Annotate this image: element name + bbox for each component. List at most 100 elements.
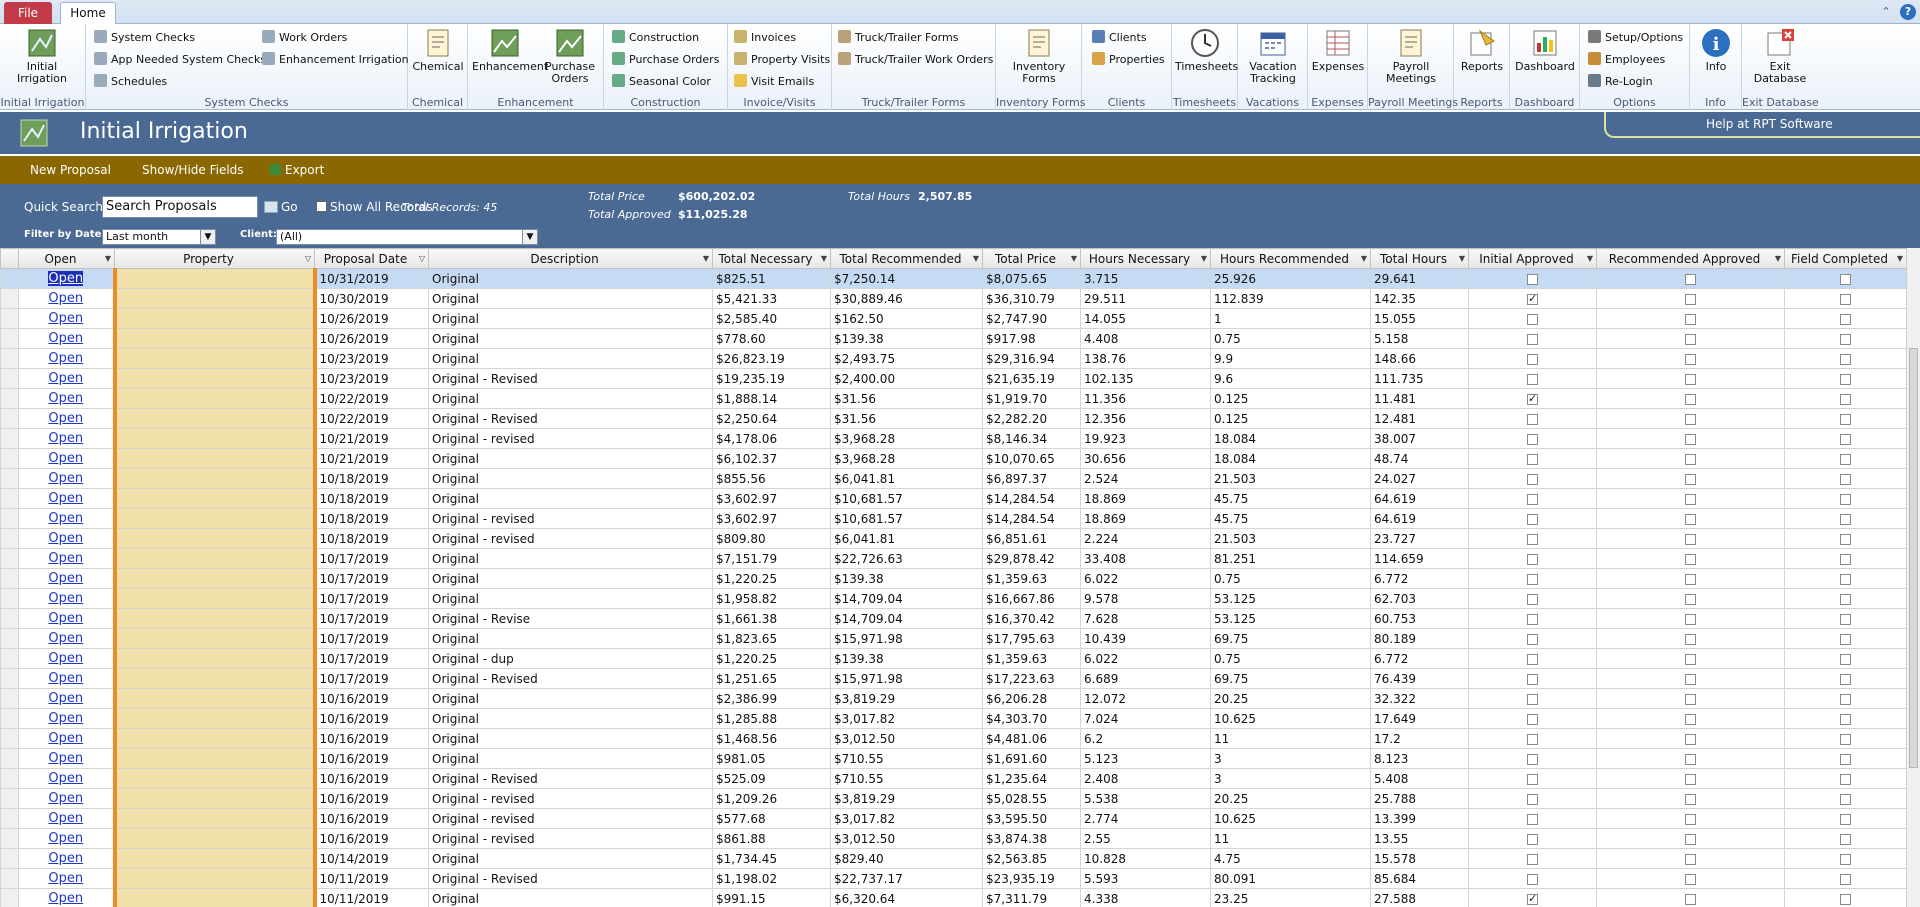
open-link[interactable]: Open — [48, 451, 83, 466]
table-row[interactable]: Open 10/18/2019 Original $3,602.97 $10,681.5… — [0, 488, 1906, 509]
total-recommended-cell[interactable]: $3,017.82 — [830, 808, 983, 829]
total-necessary-cell[interactable]: $1,251.65 — [712, 668, 831, 689]
total-necessary-cell[interactable]: $981.05 — [712, 748, 831, 769]
total-recommended-cell[interactable]: $15,971.98 — [830, 668, 983, 689]
table-row[interactable]: Open 10/11/2019 Original - Revised $1,198.0… — [0, 868, 1906, 889]
property-cell[interactable] — [112, 588, 317, 609]
description-cell[interactable]: Original - revised — [428, 788, 713, 809]
total-price-cell[interactable]: $2,563.85 — [982, 848, 1081, 869]
hours-recommended-cell[interactable]: 3 — [1210, 768, 1371, 789]
total-necessary-cell[interactable]: $1,734.45 — [712, 848, 831, 869]
column-header-proposal-date[interactable]: Proposal Date ▽ — [314, 248, 429, 269]
description-cell[interactable]: Original — [428, 568, 713, 589]
setup-options-button[interactable]: Setup/Options — [1588, 30, 1683, 46]
field-completed-checkbox[interactable] — [1840, 493, 1851, 505]
proposal-date-cell[interactable]: 10/23/2019 — [314, 348, 429, 369]
initial-approved-checkbox[interactable] — [1527, 633, 1538, 645]
hours-necessary-cell[interactable]: 33.408 — [1080, 548, 1211, 569]
property-cell[interactable] — [112, 568, 317, 589]
total-hours-cell[interactable]: 15.578 — [1370, 848, 1469, 869]
table-row[interactable]: Open 10/26/2019 Original $778.60 $139.38 $917… — [0, 328, 1906, 349]
chevron-down-icon[interactable]: ▼ — [821, 254, 827, 263]
description-cell[interactable]: Original — [428, 468, 713, 489]
total-necessary-cell[interactable]: $7,151.79 — [712, 548, 831, 569]
initial-approved-checkbox[interactable] — [1527, 453, 1538, 465]
total-necessary-cell[interactable]: $1,198.02 — [712, 868, 831, 889]
enhancement-button[interactable]: Enhancement — [472, 27, 548, 73]
record-selector[interactable] — [0, 268, 19, 289]
record-selector[interactable] — [0, 728, 19, 749]
field-completed-checkbox[interactable] — [1840, 853, 1851, 865]
total-recommended-cell[interactable]: $2,493.75 — [830, 348, 983, 369]
initial-approved-checkbox[interactable] — [1527, 593, 1538, 605]
hours-recommended-cell[interactable]: 0.75 — [1210, 648, 1371, 669]
hours-recommended-cell[interactable]: 45.75 — [1210, 508, 1371, 529]
open-link[interactable]: Open — [48, 771, 83, 786]
hours-necessary-cell[interactable]: 12.072 — [1080, 688, 1211, 709]
initial-approved-checkbox[interactable] — [1527, 653, 1538, 665]
record-selector[interactable] — [0, 548, 19, 569]
filter-icon[interactable]: ▽ — [305, 254, 311, 263]
proposal-date-cell[interactable]: 10/16/2019 — [314, 708, 429, 729]
proposal-date-cell[interactable]: 10/11/2019 — [314, 888, 429, 907]
total-necessary-cell[interactable]: $525.09 — [712, 768, 831, 789]
total-recommended-cell[interactable]: $7,250.14 — [830, 268, 983, 289]
recommended-approved-checkbox[interactable] — [1685, 373, 1696, 385]
total-necessary-cell[interactable]: $4,178.06 — [712, 428, 831, 449]
record-selector[interactable] — [0, 828, 19, 849]
proposal-date-cell[interactable]: 10/18/2019 — [314, 508, 429, 529]
hours-necessary-cell[interactable]: 10.828 — [1080, 848, 1211, 869]
recommended-approved-checkbox[interactable] — [1685, 393, 1696, 405]
total-price-cell[interactable]: $1,359.63 — [982, 648, 1081, 669]
recommended-approved-checkbox[interactable] — [1685, 473, 1696, 485]
recommended-approved-checkbox[interactable] — [1685, 773, 1696, 785]
field-completed-checkbox[interactable] — [1840, 553, 1851, 565]
record-selector[interactable] — [0, 528, 19, 549]
total-hours-cell[interactable]: 23.727 — [1370, 528, 1469, 549]
table-row[interactable]: Open 10/17/2019 Original $1,220.25 $139.38 $1… — [0, 568, 1906, 589]
hours-necessary-cell[interactable]: 138.76 — [1080, 348, 1211, 369]
hours-necessary-cell[interactable]: 4.338 — [1080, 888, 1211, 907]
help-link[interactable]: Help at RPT Software — [1604, 112, 1920, 138]
property-visits-button[interactable]: Property Visits — [734, 52, 830, 68]
recommended-approved-checkbox[interactable] — [1685, 533, 1696, 545]
record-selector-header[interactable] — [0, 248, 19, 269]
new-proposal-button[interactable]: New Proposal — [30, 163, 111, 177]
record-selector[interactable] — [0, 708, 19, 729]
total-recommended-cell[interactable]: $3,012.50 — [830, 828, 983, 849]
total-price-cell[interactable]: $2,747.90 — [982, 308, 1081, 329]
total-necessary-cell[interactable]: $5,421.33 — [712, 288, 831, 309]
initial-approved-checkbox[interactable] — [1527, 753, 1538, 765]
open-link[interactable]: Open — [48, 291, 83, 306]
open-link[interactable]: Open — [48, 511, 83, 526]
field-completed-checkbox[interactable] — [1840, 793, 1851, 805]
property-cell[interactable] — [112, 368, 317, 389]
proposal-date-cell[interactable]: 10/22/2019 — [314, 408, 429, 429]
proposal-date-cell[interactable]: 10/18/2019 — [314, 488, 429, 509]
hours-recommended-cell[interactable]: 21.503 — [1210, 468, 1371, 489]
hours-recommended-cell[interactable]: 0.75 — [1210, 568, 1371, 589]
table-row[interactable]: Open 10/16/2019 Original $981.05 $710.55 $1,6… — [0, 748, 1906, 769]
initial-approved-checkbox[interactable] — [1527, 333, 1538, 345]
open-link[interactable]: Open — [48, 431, 83, 446]
table-row[interactable]: Open 10/18/2019 Original $855.56 $6,041.81 $6… — [0, 468, 1906, 489]
open-link[interactable]: Open — [48, 531, 83, 546]
proposal-date-cell[interactable]: 10/17/2019 — [314, 628, 429, 649]
open-link[interactable]: Open — [48, 831, 83, 846]
total-necessary-cell[interactable]: $1,823.65 — [712, 628, 831, 649]
field-completed-checkbox[interactable] — [1840, 533, 1851, 545]
initial-approved-checkbox[interactable] — [1527, 773, 1538, 785]
description-cell[interactable]: Original — [428, 708, 713, 729]
table-row[interactable]: Open 10/16/2019 Original $1,468.56 $3,012.50… — [0, 728, 1906, 749]
field-completed-checkbox[interactable] — [1840, 873, 1851, 885]
open-link[interactable]: Open — [48, 351, 83, 366]
description-cell[interactable]: Original - revised — [428, 828, 713, 849]
properties-button[interactable]: Properties — [1092, 52, 1165, 68]
description-cell[interactable]: Original — [428, 388, 713, 409]
table-row[interactable]: Open 10/16/2019 Original - revised $861.88 $… — [0, 828, 1906, 849]
invoices-button[interactable]: Invoices — [734, 30, 796, 46]
table-row[interactable]: Open 10/11/2019 Original $991.15 $6,320.64 $7… — [0, 888, 1906, 907]
description-cell[interactable]: Original - revised — [428, 428, 713, 449]
property-cell[interactable] — [112, 648, 317, 669]
record-selector[interactable] — [0, 448, 19, 469]
